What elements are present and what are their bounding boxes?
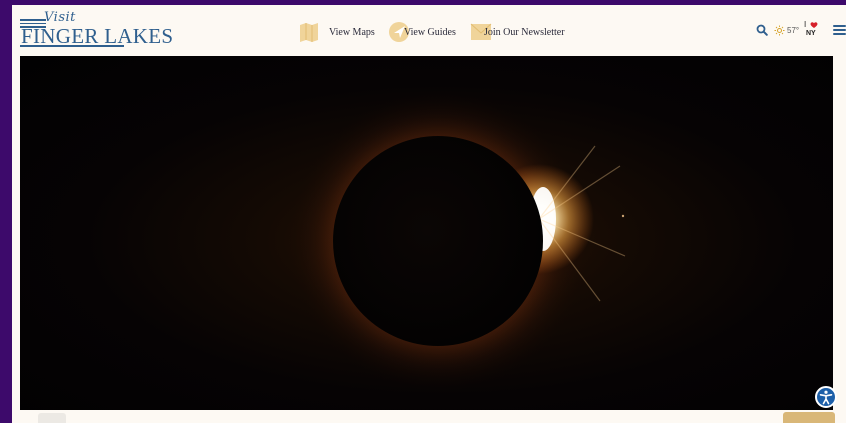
nav-view-maps[interactable]: View Maps	[298, 21, 375, 43]
eclipse-graphic	[289, 91, 626, 391]
sun-icon	[774, 25, 785, 35]
visit-finger-lakes-logo[interactable]: Visit FINGER LAKES	[20, 10, 173, 48]
hero-eclipse-image	[20, 56, 833, 410]
nav-view-maps-label: View Maps	[329, 26, 375, 38]
nav-join-newsletter[interactable]: Join Our Newsletter	[470, 21, 570, 43]
logo-underline	[20, 45, 124, 47]
browser-viewport: Visit FINGER LAKES View Maps View Guides	[12, 5, 846, 423]
logo-visit-text: Visit	[44, 10, 76, 25]
ny-logo-i: I	[804, 20, 807, 29]
search-icon[interactable]	[756, 24, 768, 36]
accessibility-button[interactable]	[815, 386, 837, 408]
weather-widget[interactable]: 57°	[774, 21, 799, 39]
bottom-right-tab[interactable]	[783, 412, 835, 423]
nav-view-guides-label: View Guides	[404, 26, 456, 38]
nav-view-guides[interactable]: View Guides	[388, 21, 458, 43]
temperature-text: 57°	[787, 25, 800, 35]
hamburger-menu-icon[interactable]	[833, 25, 846, 35]
bottom-left-tab[interactable]	[38, 413, 66, 423]
accessibility-icon	[819, 390, 833, 405]
site-header: Visit FINGER LAKES View Maps View Guides	[12, 5, 846, 55]
page-bottom-strip	[12, 410, 846, 423]
nav-join-newsletter-label: Join Our Newsletter	[484, 26, 565, 38]
i-love-ny-logo[interactable]: I NY	[804, 20, 820, 39]
map-icon	[300, 23, 318, 42]
ny-logo-ny: NY	[806, 30, 816, 37]
